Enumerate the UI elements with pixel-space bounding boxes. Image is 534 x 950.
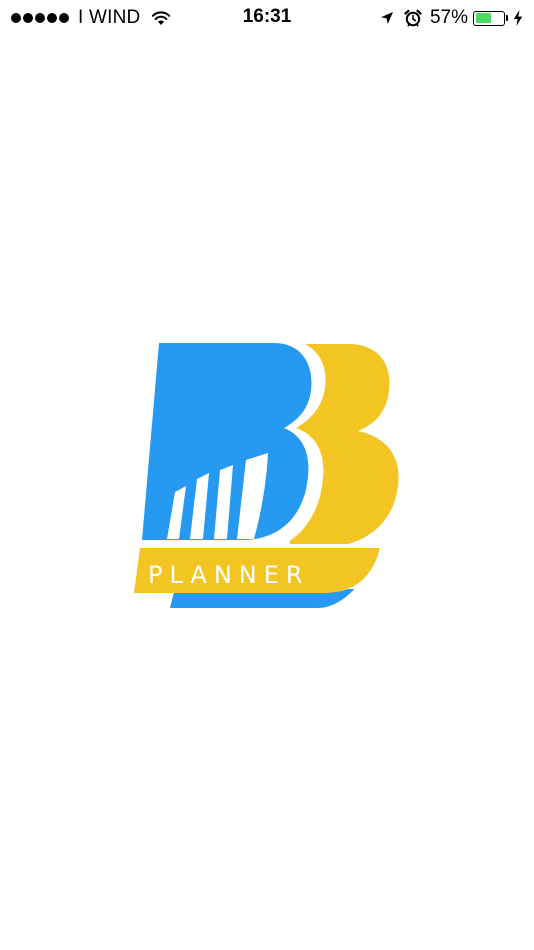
- logo-wordmark: PLANNER: [148, 561, 310, 589]
- location-arrow-icon: [380, 12, 393, 24]
- battery-icon: [473, 10, 509, 27]
- battery-level-fill: [475, 13, 491, 23]
- charging-bolt-icon: [513, 10, 523, 26]
- battery-percentage: 57%: [429, 7, 468, 28]
- alarm-clock-icon: [404, 9, 422, 27]
- status-bar-right: 57%: [380, 7, 523, 29]
- status-bar: I WIND 16:31 57%: [0, 0, 534, 38]
- bb-planner-logo: PLANNER: [134, 340, 399, 608]
